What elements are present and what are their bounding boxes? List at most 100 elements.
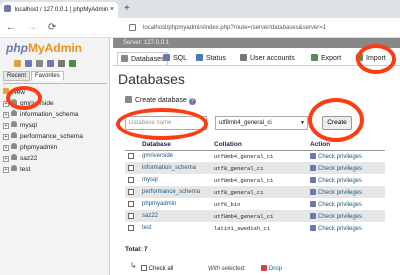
check-privileges-link[interactable]: Check privileges bbox=[307, 210, 385, 222]
tab-recent[interactable]: Recent bbox=[3, 71, 31, 81]
navigation-panel: phpMyAdmin Recent Favorites New + gmrivers… bbox=[0, 38, 110, 275]
tab-status[interactable]: Status bbox=[196, 52, 226, 65]
reload-nav-icon[interactable] bbox=[68, 60, 76, 67]
row-checkbox[interactable] bbox=[128, 152, 134, 159]
database-name-input[interactable] bbox=[125, 116, 207, 130]
tab-favorites[interactable]: Favorites bbox=[31, 71, 64, 81]
database-name-link[interactable]: gmriverside bbox=[139, 150, 211, 162]
database-icon bbox=[11, 132, 17, 138]
expand-icon[interactable]: + bbox=[3, 101, 9, 107]
privileges-icon bbox=[310, 224, 316, 231]
collation-value: latin1_swedish_ci bbox=[211, 222, 307, 234]
table-row: gmriverside utf8mb4_general_ci Check pri… bbox=[125, 150, 385, 162]
check-privileges-link[interactable]: Check privileges bbox=[307, 174, 385, 186]
expand-icon[interactable]: + bbox=[3, 167, 9, 173]
tree-item-saz22[interactable]: + saz22 bbox=[3, 153, 107, 164]
bulk-actions-bar: ↳ Check all With selected: Drop bbox=[130, 261, 400, 275]
expand-icon[interactable]: + bbox=[3, 123, 9, 129]
collation-select[interactable]: utf8mb4_general_ci ▼ bbox=[215, 116, 308, 130]
tree-item-mysql[interactable]: + mysql bbox=[3, 120, 107, 131]
chevron-down-icon: ▼ bbox=[300, 120, 305, 126]
expand-icon[interactable]: + bbox=[3, 134, 9, 140]
tab-import[interactable]: Import bbox=[356, 52, 386, 65]
tab-databases[interactable]: Databases bbox=[117, 52, 169, 65]
site-info-icon[interactable] bbox=[129, 24, 136, 31]
database-name-link[interactable]: phpmyadmin bbox=[139, 198, 211, 210]
logout-icon[interactable] bbox=[24, 60, 32, 67]
home-icon[interactable] bbox=[14, 60, 21, 67]
database-name-link[interactable]: performance_schema bbox=[139, 186, 211, 198]
row-checkbox[interactable] bbox=[128, 200, 134, 207]
databases-table: Database Collation Action gmriverside ut… bbox=[125, 140, 385, 234]
tab-close-icon[interactable]: × bbox=[110, 2, 114, 18]
check-privileges-link[interactable]: Check privileges bbox=[307, 222, 385, 234]
new-label: New bbox=[12, 89, 26, 96]
tree-new-item[interactable]: New bbox=[3, 87, 107, 98]
collation-value: utf8_general_ci bbox=[211, 186, 307, 198]
check-all[interactable]: Check all bbox=[141, 264, 173, 274]
database-name-link[interactable]: mysql bbox=[139, 174, 211, 186]
database-name-link[interactable]: test bbox=[139, 222, 211, 234]
database-name-link[interactable]: information_schema bbox=[139, 162, 211, 174]
browser-tab-bar: localhost / 127.0.0.1 | phpMyAdmin × + bbox=[0, 0, 400, 18]
select-arrow-icon: ↳ bbox=[130, 261, 137, 270]
browser-tab[interactable]: localhost / 127.0.0.1 | phpMyAdmin × bbox=[0, 2, 118, 18]
tab-title: localhost / 127.0.0.1 | phpMyAdmin bbox=[14, 7, 109, 13]
tree-item-phpmyadmin[interactable]: + phpmyadmin bbox=[3, 142, 107, 153]
top-menu: Databases SQL Status User accounts Expor… bbox=[113, 50, 400, 66]
table-row: performance_schema utf8_general_ci Check… bbox=[125, 186, 385, 198]
row-checkbox[interactable] bbox=[128, 164, 134, 171]
new-tab-button[interactable]: + bbox=[124, 2, 130, 16]
check-privileges-link[interactable]: Check privileges bbox=[307, 186, 385, 198]
tree-item-information-schema[interactable]: + information_schema bbox=[3, 109, 107, 120]
sql-docs-icon[interactable] bbox=[46, 60, 54, 67]
collation-value: utf8mb4_general_ci bbox=[211, 150, 307, 162]
collation-value: utf8mb4_general_ci bbox=[211, 174, 307, 186]
privileges-icon bbox=[310, 212, 316, 219]
tab-export[interactable]: Export bbox=[311, 52, 341, 65]
server-breadcrumb[interactable]: Server: 127.0.0.1 bbox=[113, 38, 400, 48]
check-privileges-link[interactable]: Check privileges bbox=[307, 198, 385, 210]
privileges-icon bbox=[310, 188, 316, 195]
expand-icon[interactable]: + bbox=[3, 112, 9, 118]
row-checkbox[interactable] bbox=[128, 188, 134, 195]
table-row: phpmyadmin utf8_bin Check privileges bbox=[125, 198, 385, 210]
table-header-row: Database Collation Action bbox=[125, 140, 385, 151]
check-privileges-link[interactable]: Check privileges bbox=[307, 150, 385, 162]
docs-icon[interactable] bbox=[35, 60, 43, 67]
recent-favorites-tabs: Recent Favorites bbox=[3, 71, 65, 81]
collation-value: utf8mb4_general_ci bbox=[211, 210, 307, 222]
tree-item-test[interactable]: + test bbox=[3, 164, 107, 175]
tree-item-gmriverside[interactable]: + gmriverside bbox=[3, 98, 107, 109]
collation-value: utf8_general_ci bbox=[211, 162, 307, 174]
row-checkbox[interactable] bbox=[128, 176, 134, 183]
database-name-link[interactable]: saz22 bbox=[139, 210, 211, 222]
nav-icon-row bbox=[14, 60, 78, 68]
users-icon bbox=[240, 54, 247, 61]
expand-icon[interactable]: + bbox=[3, 145, 9, 151]
drop-button[interactable]: Drop bbox=[261, 264, 282, 274]
settings-icon[interactable] bbox=[57, 60, 65, 67]
forward-icon[interactable]: → bbox=[27, 21, 37, 35]
column-database-header[interactable]: Database bbox=[139, 140, 211, 151]
row-checkbox[interactable] bbox=[128, 212, 134, 219]
tab-user-accounts[interactable]: User accounts bbox=[240, 52, 295, 65]
with-selected-label: With selected: bbox=[208, 266, 246, 272]
database-add-icon bbox=[125, 96, 132, 103]
tree-item-performance-schema[interactable]: + performance_schema bbox=[3, 131, 107, 142]
help-icon[interactable]: ? bbox=[188, 98, 196, 105]
tab-sql[interactable]: SQL bbox=[163, 52, 187, 65]
address-bar[interactable]: localhost/phpmyadmin/index.php?route=/se… bbox=[127, 21, 395, 35]
reload-icon[interactable]: ⟳ bbox=[48, 21, 56, 35]
row-checkbox[interactable] bbox=[128, 224, 134, 231]
back-icon[interactable]: ← bbox=[6, 21, 16, 35]
expand-icon[interactable]: + bbox=[3, 156, 9, 162]
database-icon bbox=[11, 110, 17, 116]
check-all-checkbox[interactable] bbox=[141, 265, 147, 271]
phpmyadmin-logo[interactable]: phpMyAdmin bbox=[6, 41, 82, 55]
sql-icon bbox=[163, 54, 170, 61]
check-privileges-link[interactable]: Check privileges bbox=[307, 162, 385, 174]
database-icon bbox=[121, 55, 128, 62]
phpmyadmin-favicon-icon bbox=[4, 5, 11, 12]
create-button[interactable]: Create bbox=[322, 116, 352, 130]
